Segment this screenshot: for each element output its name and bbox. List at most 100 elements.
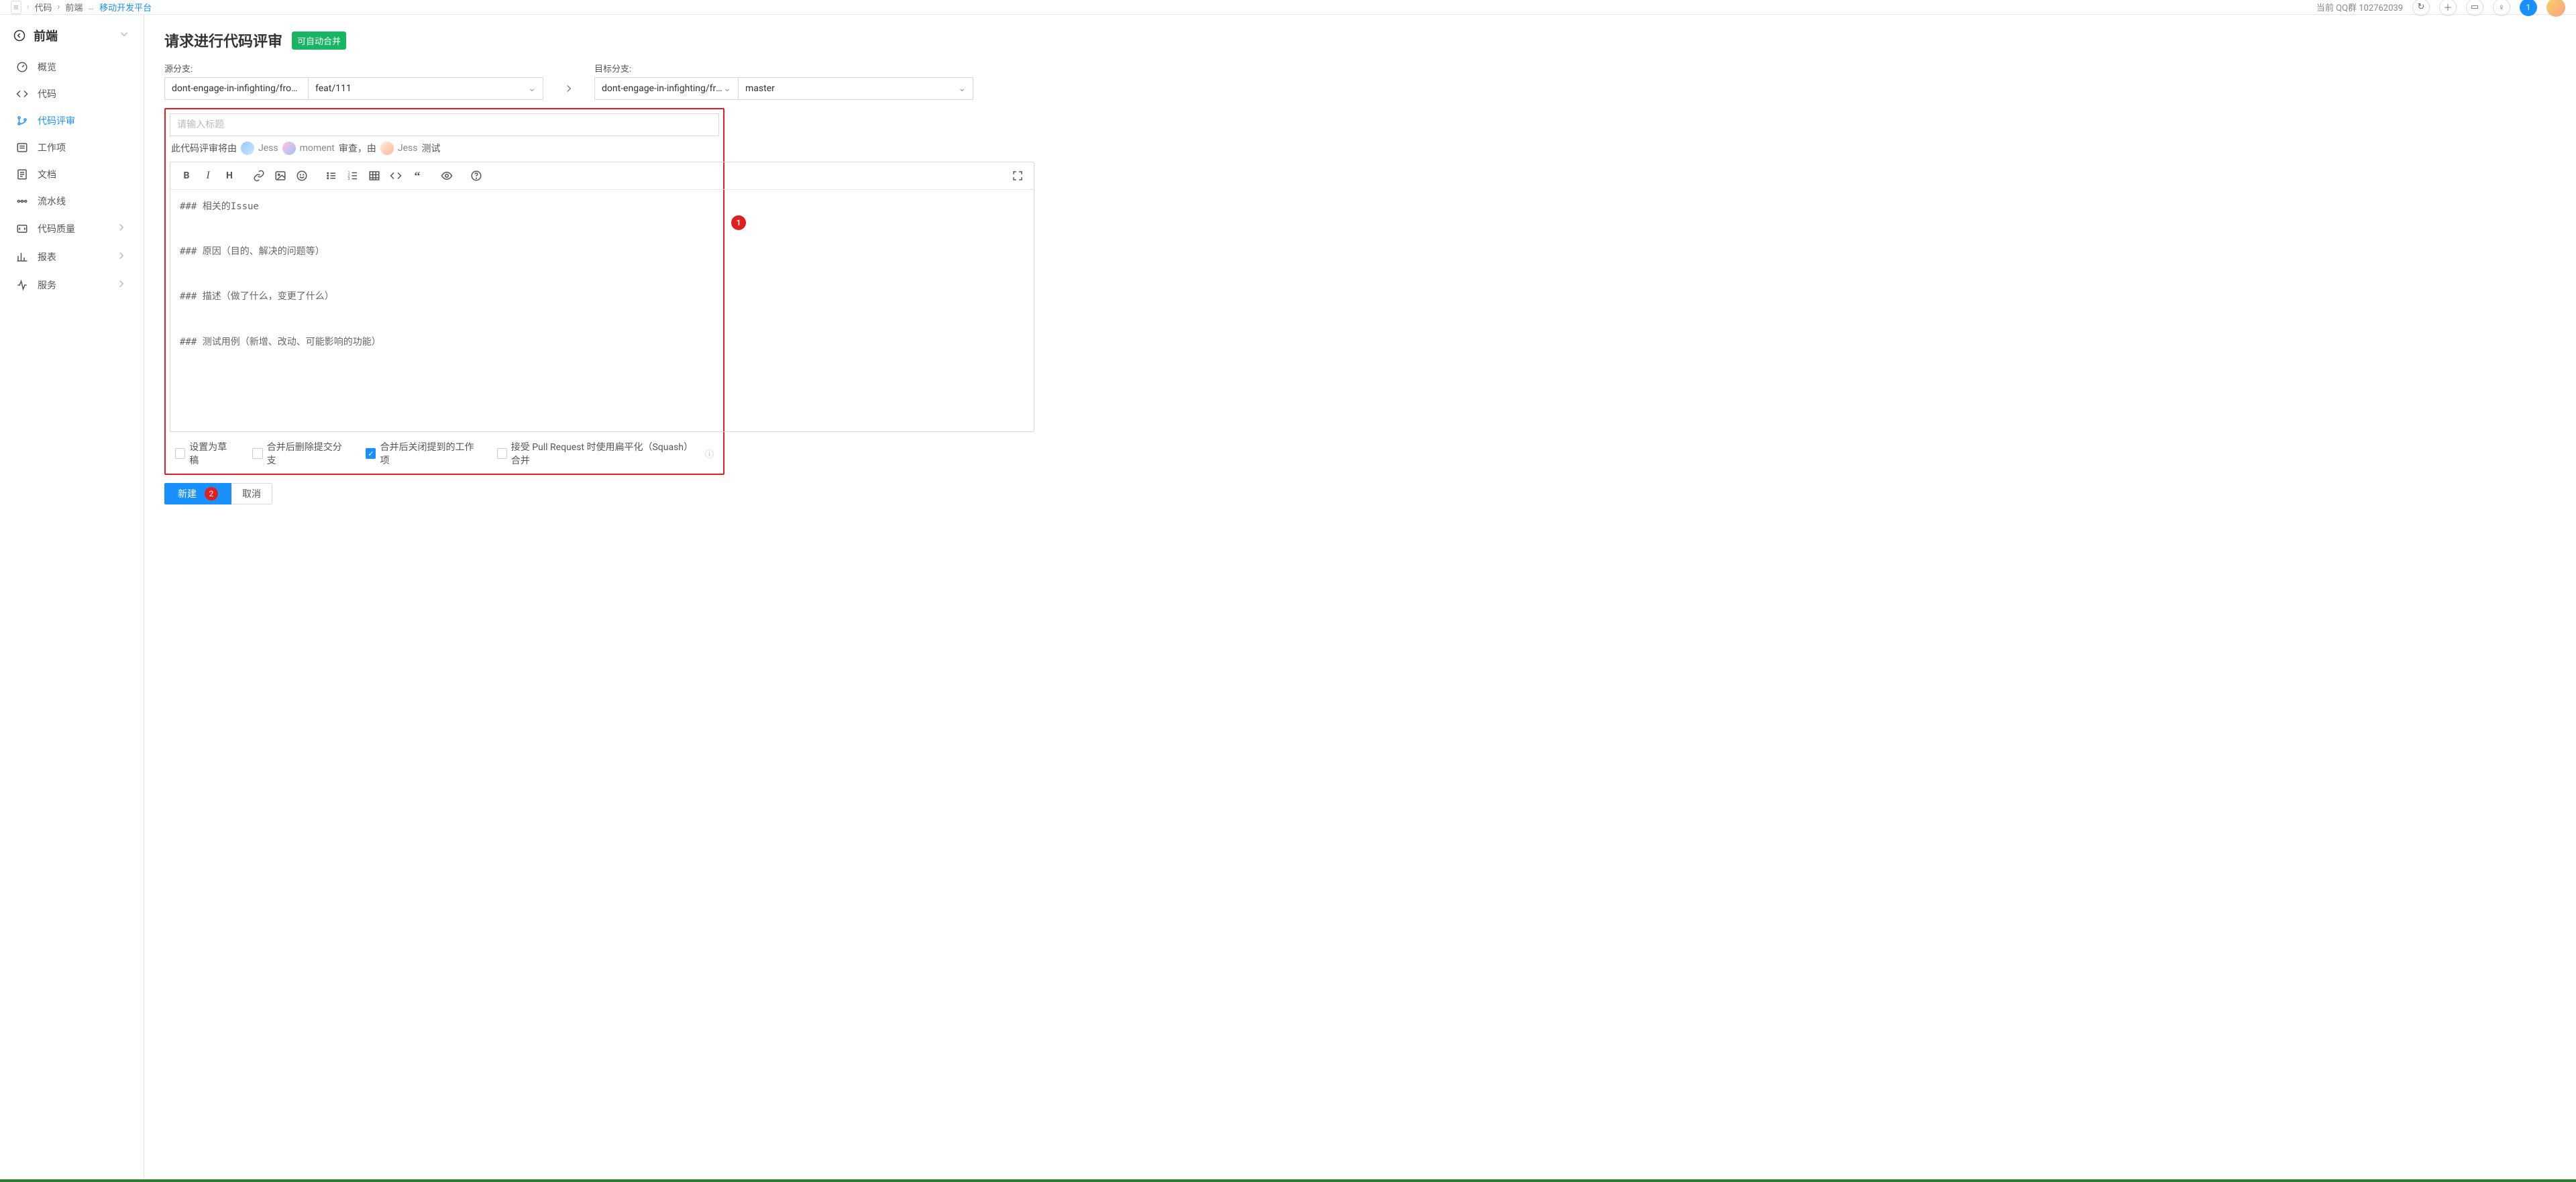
reviewer-name[interactable]: moment [300,143,335,154]
review-suffix: 测试 [422,142,441,155]
chevron-down-icon: ⌄ [958,83,966,94]
sidebar-item-docs[interactable]: 文档 [0,161,144,188]
image-button[interactable] [271,166,290,185]
pipeline-icon [16,195,28,207]
breadcrumb-sep: … [88,2,94,12]
sidebar-item-label: 概览 [38,60,56,74]
page-title: 请求进行代码评审 [164,30,282,51]
ol-button[interactable]: 123 [343,166,362,185]
review-prefix: 此代码评审将由 [171,142,237,155]
delete-branch-checkbox[interactable]: 合并后删除提交分支 [252,440,347,467]
source-repo-value: dont-engage-in-infighting/front-end [172,83,301,94]
bold-button[interactable]: B [177,166,196,185]
review-mid: 审查，由 [339,142,376,155]
hamburger-icon[interactable]: ≡ [11,1,21,14]
target-repo-select[interactable]: dont-engage-in-infighting/front-end ⌄ [594,77,739,100]
source-branch-select[interactable]: feat/111 ⌄ [309,77,543,100]
sidebar-item-label: 代码 [38,87,56,101]
close-workitems-checkbox[interactable]: 合并后关闭提到的工作项 [366,440,478,467]
sidebar-item-services[interactable]: 服务 [0,271,144,299]
target-branch-select[interactable]: master ⌄ [739,77,973,100]
breadcrumb-caret: ‹ [27,2,30,12]
source-repo-select[interactable]: dont-engage-in-infighting/front-end [164,77,309,100]
target-branch-label: 目标分支: [594,62,973,74]
reviewer-name[interactable]: Jess [258,143,278,154]
create-button[interactable]: 新建 2 [164,483,231,504]
arrow-right-icon [555,77,582,100]
source-branch-value: feat/111 [315,83,528,94]
title-input[interactable] [170,113,719,136]
sidebar-item-code-quality[interactable]: 代码质量 [0,215,144,243]
draft-checkbox[interactable]: 设置为草稿 [175,440,233,467]
account-label: 当前 QQ群 102762039 [2316,1,2403,13]
table-button[interactable] [365,166,384,185]
chevron-down-icon: ⌄ [528,83,536,94]
refresh-icon[interactable]: ↻ [2412,0,2430,16]
breadcrumb-sep: › [58,2,60,12]
plus-icon[interactable]: ＋ [2439,0,2457,16]
chevron-down-icon[interactable] [118,28,130,43]
help-button[interactable] [467,166,486,185]
sidebar-item-label: 服务 [38,278,56,292]
fullscreen-button[interactable] [1008,166,1027,185]
annotation-badge-2: 2 [205,487,218,500]
activity-icon [16,279,28,291]
action-row: 新建 2 取消 [164,483,1043,504]
back-circle-icon[interactable] [13,30,25,42]
user-avatar[interactable] [2546,0,2565,17]
idea-icon[interactable]: ♀ [2493,0,2510,16]
sidebar-item-label: 流水线 [38,195,66,208]
italic-button[interactable]: I [199,166,217,185]
sidebar-item-overview[interactable]: 概览 [0,54,144,80]
checkbox-label: 合并后关闭提到的工作项 [380,440,478,467]
checkbox-label: 接受 Pull Request 时使用扁平化（Squash）合并 [511,440,701,467]
heading-button[interactable]: H [220,166,239,185]
codeblock-button[interactable] [386,166,405,185]
sidebar: 前端 概览 代码 代码评审 [0,15,144,1182]
svg-text:3: 3 [348,177,350,181]
checkbox-icon [366,448,376,459]
quality-icon [16,223,28,235]
sidebar-item-code[interactable]: 代码 [0,80,144,107]
notification-badge[interactable]: 1 [2520,0,2537,16]
breadcrumb-item[interactable]: 代码 [35,1,52,13]
emoji-button[interactable] [292,166,311,185]
chevron-right-icon [115,250,127,264]
sidebar-item-label: 文档 [38,168,56,181]
options-row: 设置为草稿 合并后删除提交分支 合并后关闭提到的工作项 接受 Pull [170,432,719,474]
sidebar-item-pipeline[interactable]: 流水线 [0,188,144,215]
bottom-accent-bar [0,1179,2576,1182]
button-label: 取消 [242,489,261,500]
code-icon [16,88,28,100]
sidebar-item-label: 代码评审 [38,114,75,127]
chart-icon [16,251,28,263]
document-icon [16,168,28,180]
sidebar-item-work-items[interactable]: 工作项 [0,134,144,161]
monitor-icon[interactable]: ▭ [2466,0,2483,16]
cancel-button[interactable]: 取消 [231,483,272,504]
sidebar-item-label: 代码质量 [38,222,75,235]
link-button[interactable] [250,166,268,185]
editor-textarea[interactable]: ### 相关的Issue ### 原因（目的、解决的问题等） ### 描述（做了… [170,190,1034,431]
checkbox-icon [175,448,185,459]
preview-button[interactable] [437,166,456,185]
branch-selector-row: 源分支: dont-engage-in-infighting/front-end… [164,62,1043,100]
breadcrumb-item[interactable]: 前端 [65,1,83,13]
squash-checkbox[interactable]: 接受 Pull Request 时使用扁平化（Squash）合并 ⓘ [497,440,714,467]
chevron-right-icon [115,278,127,292]
annotation-box-1: 此代码评审将由 Jess moment 审查，由 Jess 测试 B I [164,108,724,475]
checkbox-label: 设置为草稿 [189,440,233,467]
ul-button[interactable] [322,166,341,185]
tester-name[interactable]: Jess [398,143,418,154]
sidebar-title: 前端 [34,27,58,44]
chevron-down-icon: ⌄ [723,83,731,94]
sidebar-item-code-review[interactable]: 代码评审 [0,107,144,134]
avatar-icon [380,142,394,155]
sidebar-item-reports[interactable]: 报表 [0,243,144,271]
quote-button[interactable]: “ [408,166,427,185]
auto-merge-badge: 可自动合并 [292,32,346,50]
source-branch-label: 源分支: [164,62,543,74]
help-icon[interactable]: ⓘ [705,447,714,460]
breadcrumb-link[interactable]: 移动开发平台 [99,1,152,13]
avatar-icon [282,142,296,155]
